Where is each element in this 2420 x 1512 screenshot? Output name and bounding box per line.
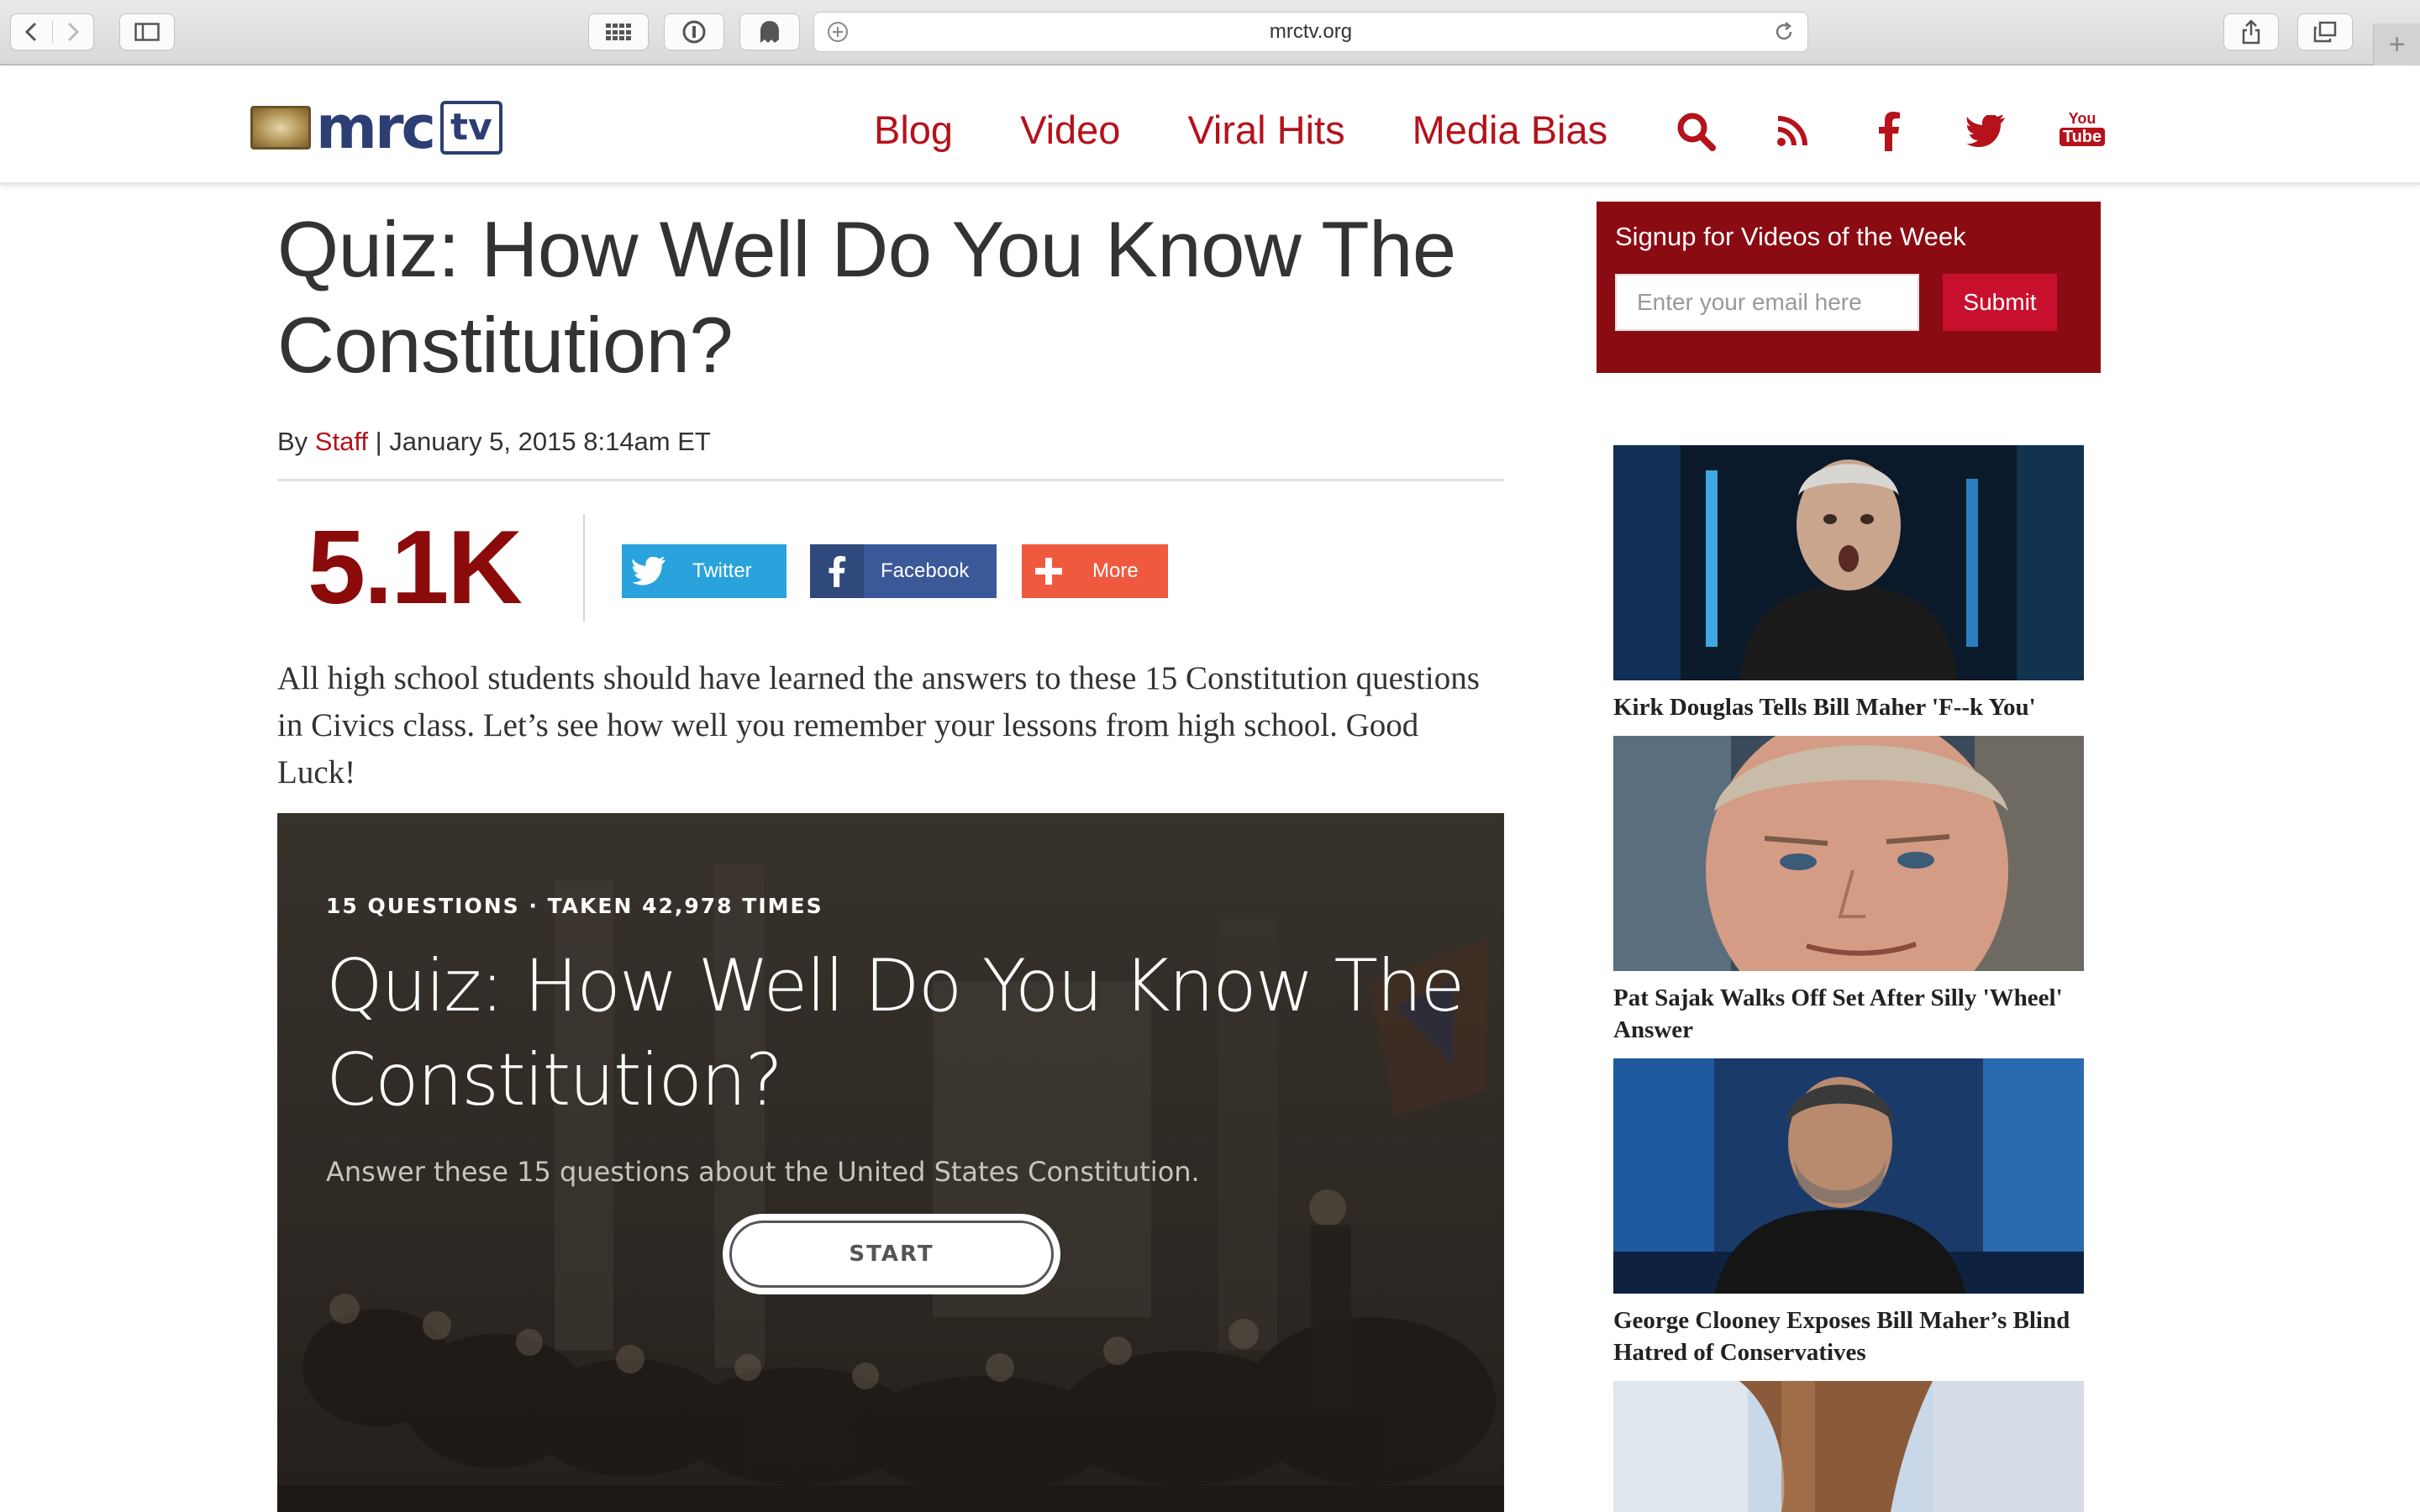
browser-toolbar: mrctv.org + [0,0,2420,66]
video-caption[interactable]: Pat Sajak Walks Off Set After Silly 'Whe… [1613,982,2084,1046]
nav-item-media-bias[interactable]: Media Bias [1413,101,1608,160]
add-bookmark-icon[interactable] [826,20,850,50]
sidebar-video-item[interactable]: Kirk Douglas Tells Bill Maher 'F--k You' [1613,445,2084,723]
byline-date: | January 5, 2015 8:14am ET [368,427,711,456]
submit-button[interactable]: Submit [1943,274,2057,331]
sidebar-video-item[interactable]: Pat Sajak Walks Off Set After Silly 'Whe… [1613,711,2084,1046]
sidebar-video-item[interactable]: George Clooney Exposes Bill Maher’s Blin… [1613,1058,2084,1368]
article: Quiz: How Well Do You Know The Constitut… [277,202,1504,1512]
author-link[interactable]: Staff [315,427,368,456]
back-forward-group [10,13,94,50]
byline: By Staff | January 5, 2015 8:14am ET [277,427,711,457]
byline-prefix: By [277,427,315,456]
quiz-title: Quiz: How Well Do You Know The Constitut… [326,944,1465,1122]
signup-box: Signup for Videos of the Week Enter your… [1597,202,2101,373]
address-bar[interactable]: mrctv.org [813,12,1808,52]
facebook-icon [810,544,864,598]
url-text: mrctv.org [1269,20,1353,43]
sidebar-toggle-icon[interactable] [119,13,175,50]
signup-title: Signup for Videos of the Week [1615,222,1966,251]
logo-text: mrc [316,93,436,162]
divider [277,479,1504,481]
video-caption[interactable]: Kirk Douglas Tells Bill Maher 'F--k You' [1613,691,2084,723]
video-caption[interactable]: George Clooney Exposes Bill Maher’s Blin… [1613,1305,2084,1368]
email-field[interactable]: Enter your email here [1615,274,1919,331]
tabs-overview-icon[interactable] [2297,13,2353,50]
start-button-wrap: START [723,1214,1060,1294]
extension-1password-icon[interactable] [664,13,724,50]
page-title: Quiz: How Well Do You Know The Constitut… [277,205,1456,389]
new-tab-icon[interactable]: + [2373,24,2420,66]
share-count: 5.1K [308,510,523,626]
youtube-icon[interactable]: You Tube [2059,108,2106,155]
youtube-icon-bottom: Tube [2059,128,2106,146]
quiz-description: Answer these 15 questions about the Unit… [326,1156,1200,1188]
share-divider [583,514,585,622]
nav-item-viral-hits[interactable]: Viral Hits [1187,101,1344,160]
top-sites-grid-icon[interactable] [588,13,649,50]
site-header: mrc tv Blog Video Viral Hits Media Bias … [0,67,2420,185]
share-facebook-label: Facebook [881,559,970,582]
main-nav: Blog Video Viral Hits Media Bias [874,101,1675,160]
plus-icon [1022,544,1076,598]
twitter-icon[interactable] [1962,108,2009,155]
mrctv-logo[interactable]: mrc tv [250,97,502,158]
quiz-hero: 15 QUESTIONS · TAKEN 42,978 TIMES Quiz: … [277,813,1504,1512]
logo-emblem-icon [250,106,311,150]
youtube-icon-top: You [2068,110,2096,127]
video-thumbnail[interactable] [1613,1381,2084,1512]
forward-icon[interactable] [51,21,93,43]
share-icon[interactable] [2223,13,2279,50]
logo-tv-badge: tv [439,101,502,155]
back-icon[interactable] [11,21,52,43]
share-twitter-label: Twitter [692,559,752,582]
share-bar: 5.1K Twitter Facebook More [277,514,1504,623]
video-thumbnail[interactable] [1613,445,2084,680]
twitter-icon [622,544,676,598]
nav-item-video[interactable]: Video [1020,101,1120,160]
article-intro: All high school students should have lea… [277,660,1480,790]
extension-ghostery-icon[interactable] [739,13,800,50]
quiz-meta: 15 QUESTIONS · TAKEN 42,978 TIMES [326,894,823,918]
reload-icon[interactable] [1772,20,1796,50]
sidebar-video-item[interactable] [1613,1381,2084,1512]
video-thumbnail[interactable] [1613,711,2084,1030]
facebook-icon[interactable] [1865,108,1912,155]
header-icons: You Tube [1672,106,2106,156]
share-more-button[interactable]: More [1022,544,1168,598]
share-more-label: More [1092,559,1139,582]
share-twitter-button[interactable]: Twitter [622,544,786,598]
search-icon[interactable] [1672,108,1719,155]
video-thumbnail[interactable] [1613,1058,2084,1294]
rss-icon[interactable] [1769,108,1816,155]
nav-item-blog[interactable]: Blog [874,101,953,160]
start-quiz-button[interactable]: START [729,1221,1054,1288]
share-facebook-button[interactable]: Facebook [810,544,997,598]
